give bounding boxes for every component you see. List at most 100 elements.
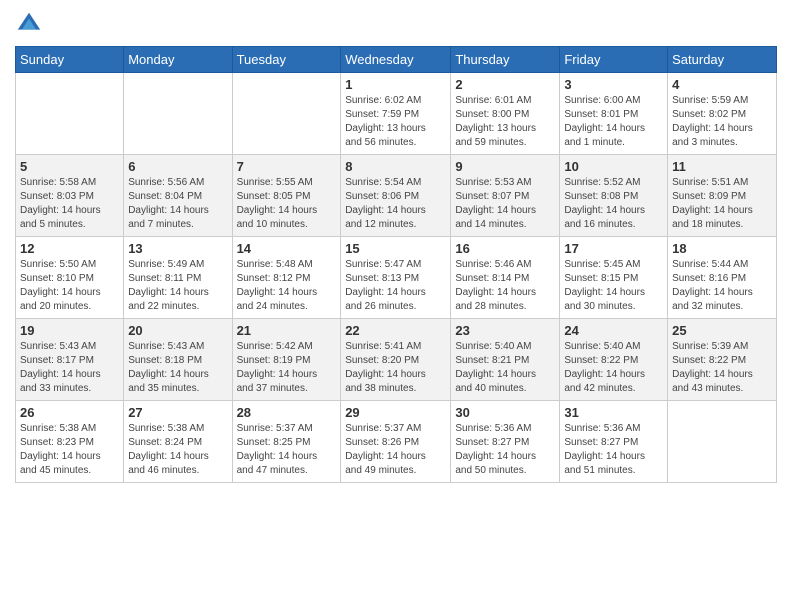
day-cell: 27 Sunrise: 5:38 AM Sunset: 8:24 PM Dayli… (124, 401, 232, 483)
day-cell (124, 73, 232, 155)
day-cell: 31 Sunrise: 5:36 AM Sunset: 8:27 PM Dayli… (560, 401, 668, 483)
day-number: 18 (672, 241, 772, 256)
week-row-3: 19 Sunrise: 5:43 AM Sunset: 8:17 PM Dayli… (16, 319, 777, 401)
day-number: 11 (672, 159, 772, 174)
day-info: Sunrise: 5:51 AM Sunset: 8:09 PM Dayligh… (672, 176, 772, 232)
day-number: 25 (672, 323, 772, 338)
day-number: 13 (128, 241, 227, 256)
day-info: Sunrise: 5:38 AM Sunset: 8:23 PM Dayligh… (20, 422, 119, 478)
day-number: 23 (455, 323, 555, 338)
day-number: 1 (345, 77, 446, 92)
day-cell: 17Sunrise: 5:45 AM Sunset: 8:15 PM Dayli… (560, 237, 668, 319)
day-cell: 16 Sunrise: 5:46 AM Sunset: 8:14 PM Dayli… (451, 237, 560, 319)
day-number: 26 (20, 405, 119, 420)
day-cell: 24 Sunrise: 5:40 AM Sunset: 8:22 PM Dayli… (560, 319, 668, 401)
day-cell: 3Sunrise: 6:00 AM Sunset: 8:01 PM Daylig… (560, 73, 668, 155)
day-info: Sunrise: 5:47 AM Sunset: 8:13 PM Dayligh… (345, 258, 446, 314)
logo-icon (15, 10, 43, 38)
day-number: 6 (128, 159, 227, 174)
day-cell: 25 Sunrise: 5:39 AM Sunset: 8:22 PM Dayli… (668, 319, 777, 401)
day-cell: 22 Sunrise: 5:41 AM Sunset: 8:20 PM Dayli… (341, 319, 451, 401)
week-row-2: 12Sunrise: 5:50 AM Sunset: 8:10 PM Dayli… (16, 237, 777, 319)
day-cell: 19 Sunrise: 5:43 AM Sunset: 8:17 PM Dayli… (16, 319, 124, 401)
day-number: 7 (237, 159, 337, 174)
day-number: 17 (564, 241, 663, 256)
header-row: SundayMondayTuesdayWednesdayThursdayFrid… (16, 47, 777, 73)
day-number: 8 (345, 159, 446, 174)
day-cell: 20 Sunrise: 5:43 AM Sunset: 8:18 PM Dayli… (124, 319, 232, 401)
day-cell (668, 401, 777, 483)
header-cell-thursday: Thursday (451, 47, 560, 73)
day-cell: 11 Sunrise: 5:51 AM Sunset: 8:09 PM Dayli… (668, 155, 777, 237)
calendar-table: SundayMondayTuesdayWednesdayThursdayFrid… (15, 46, 777, 483)
day-cell: 26 Sunrise: 5:38 AM Sunset: 8:23 PM Dayli… (16, 401, 124, 483)
day-number: 27 (128, 405, 227, 420)
day-info: Sunrise: 5:37 AM Sunset: 8:26 PM Dayligh… (345, 422, 446, 478)
day-number: 9 (455, 159, 555, 174)
day-info: Sunrise: 5:55 AM Sunset: 8:05 PM Dayligh… (237, 176, 337, 232)
header-cell-wednesday: Wednesday (341, 47, 451, 73)
day-info: Sunrise: 5:56 AM Sunset: 8:04 PM Dayligh… (128, 176, 227, 232)
day-cell: 9Sunrise: 5:53 AM Sunset: 8:07 PM Daylig… (451, 155, 560, 237)
day-info: Sunrise: 5:37 AM Sunset: 8:25 PM Dayligh… (237, 422, 337, 478)
day-number: 14 (237, 241, 337, 256)
day-number: 28 (237, 405, 337, 420)
day-number: 19 (20, 323, 119, 338)
day-cell: 15 Sunrise: 5:47 AM Sunset: 8:13 PM Dayli… (341, 237, 451, 319)
header-cell-monday: Monday (124, 47, 232, 73)
day-info: Sunrise: 5:52 AM Sunset: 8:08 PM Dayligh… (564, 176, 663, 232)
day-info: Sunrise: 5:46 AM Sunset: 8:14 PM Dayligh… (455, 258, 555, 314)
day-cell: 18 Sunrise: 5:44 AM Sunset: 8:16 PM Dayli… (668, 237, 777, 319)
day-cell: 2 Sunrise: 6:01 AM Sunset: 8:00 PM Daylig… (451, 73, 560, 155)
header-cell-friday: Friday (560, 47, 668, 73)
day-info: Sunrise: 6:00 AM Sunset: 8:01 PM Dayligh… (564, 94, 663, 150)
day-info: Sunrise: 5:42 AM Sunset: 8:19 PM Dayligh… (237, 340, 337, 396)
header-cell-tuesday: Tuesday (232, 47, 341, 73)
day-info: Sunrise: 5:54 AM Sunset: 8:06 PM Dayligh… (345, 176, 446, 232)
day-info: Sunrise: 5:40 AM Sunset: 8:21 PM Dayligh… (455, 340, 555, 396)
day-info: Sunrise: 5:39 AM Sunset: 8:22 PM Dayligh… (672, 340, 772, 396)
day-cell: 10 Sunrise: 5:52 AM Sunset: 8:08 PM Dayli… (560, 155, 668, 237)
day-number: 22 (345, 323, 446, 338)
day-info: Sunrise: 5:40 AM Sunset: 8:22 PM Dayligh… (564, 340, 663, 396)
day-info: Sunrise: 5:43 AM Sunset: 8:18 PM Dayligh… (128, 340, 227, 396)
day-cell: 4 Sunrise: 5:59 AM Sunset: 8:02 PM Daylig… (668, 73, 777, 155)
day-cell: 14 Sunrise: 5:48 AM Sunset: 8:12 PM Dayli… (232, 237, 341, 319)
day-number: 2 (455, 77, 555, 92)
day-info: Sunrise: 5:36 AM Sunset: 8:27 PM Dayligh… (564, 422, 663, 478)
day-number: 12 (20, 241, 119, 256)
day-info: Sunrise: 5:41 AM Sunset: 8:20 PM Dayligh… (345, 340, 446, 396)
day-number: 31 (564, 405, 663, 420)
day-number: 15 (345, 241, 446, 256)
day-info: Sunrise: 5:58 AM Sunset: 8:03 PM Dayligh… (20, 176, 119, 232)
day-number: 20 (128, 323, 227, 338)
day-number: 29 (345, 405, 446, 420)
day-info: Sunrise: 6:02 AM Sunset: 7:59 PM Dayligh… (345, 94, 446, 150)
day-number: 10 (564, 159, 663, 174)
day-number: 5 (20, 159, 119, 174)
header (15, 10, 777, 38)
day-info: Sunrise: 5:38 AM Sunset: 8:24 PM Dayligh… (128, 422, 227, 478)
logo (15, 10, 47, 38)
day-info: Sunrise: 6:01 AM Sunset: 8:00 PM Dayligh… (455, 94, 555, 150)
day-number: 21 (237, 323, 337, 338)
day-cell: 5 Sunrise: 5:58 AM Sunset: 8:03 PM Daylig… (16, 155, 124, 237)
day-cell: 8 Sunrise: 5:54 AM Sunset: 8:06 PM Daylig… (341, 155, 451, 237)
day-info: Sunrise: 5:59 AM Sunset: 8:02 PM Dayligh… (672, 94, 772, 150)
day-info: Sunrise: 5:43 AM Sunset: 8:17 PM Dayligh… (20, 340, 119, 396)
page: SundayMondayTuesdayWednesdayThursdayFrid… (0, 0, 792, 498)
day-cell: 12Sunrise: 5:50 AM Sunset: 8:10 PM Dayli… (16, 237, 124, 319)
day-info: Sunrise: 5:48 AM Sunset: 8:12 PM Dayligh… (237, 258, 337, 314)
day-cell: 30Sunrise: 5:36 AM Sunset: 8:27 PM Dayli… (451, 401, 560, 483)
day-number: 24 (564, 323, 663, 338)
day-cell: 23 Sunrise: 5:40 AM Sunset: 8:21 PM Dayli… (451, 319, 560, 401)
day-number: 16 (455, 241, 555, 256)
day-info: Sunrise: 5:44 AM Sunset: 8:16 PM Dayligh… (672, 258, 772, 314)
day-cell: 1 Sunrise: 6:02 AM Sunset: 7:59 PM Daylig… (341, 73, 451, 155)
day-cell (232, 73, 341, 155)
day-cell (16, 73, 124, 155)
day-cell: 28 Sunrise: 5:37 AM Sunset: 8:25 PM Dayli… (232, 401, 341, 483)
day-cell: 13Sunrise: 5:49 AM Sunset: 8:11 PM Dayli… (124, 237, 232, 319)
day-number: 4 (672, 77, 772, 92)
day-cell: 7 Sunrise: 5:55 AM Sunset: 8:05 PM Daylig… (232, 155, 341, 237)
